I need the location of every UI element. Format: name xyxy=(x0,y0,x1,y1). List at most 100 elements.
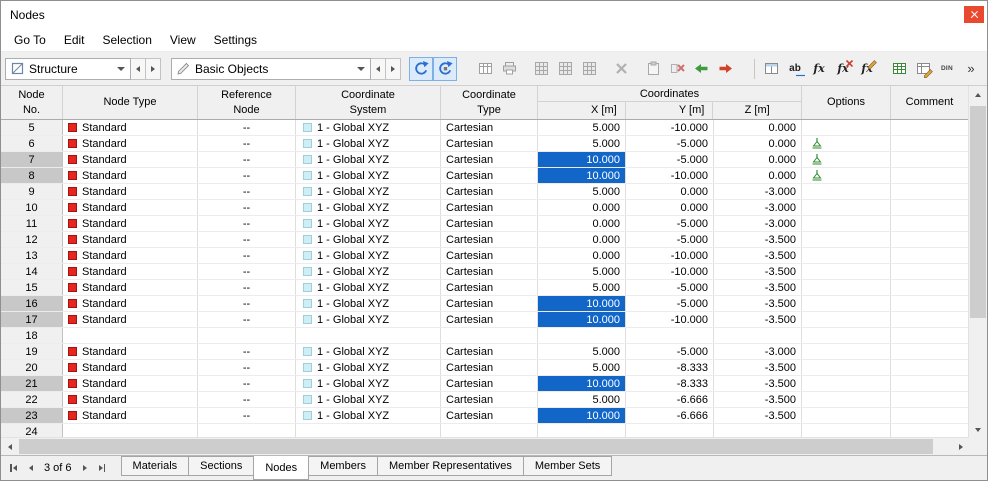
cell-z[interactable]: -3.000 xyxy=(714,344,802,359)
menu-go-to[interactable]: Go To xyxy=(5,31,55,49)
cell-coordinate-type[interactable]: Cartesian xyxy=(441,168,538,183)
cell-node-type[interactable]: Standard xyxy=(63,312,198,327)
cell-y[interactable] xyxy=(626,328,714,343)
import-rows-button[interactable] xyxy=(689,57,713,81)
cell-z[interactable] xyxy=(714,328,802,343)
row-header[interactable]: 11 xyxy=(1,216,63,231)
cell-x[interactable]: 10.000 xyxy=(538,376,626,391)
menu-settings[interactable]: Settings xyxy=(205,31,266,49)
cell-options[interactable] xyxy=(802,344,891,359)
header-options[interactable]: Options xyxy=(802,86,891,119)
toolbar-overflow-button[interactable]: » xyxy=(959,57,983,81)
cell-options[interactable] xyxy=(802,424,891,438)
cell-reference-node[interactable]: -- xyxy=(198,248,296,263)
cell-coordinate-system[interactable] xyxy=(296,328,441,343)
cell-node-type[interactable]: Standard xyxy=(63,200,198,215)
header-coordinates[interactable]: Coordinates xyxy=(538,86,801,102)
header-x[interactable]: X [m] xyxy=(538,102,626,119)
cell-options[interactable] xyxy=(802,232,891,247)
cell-options[interactable] xyxy=(802,408,891,423)
title-bar[interactable]: Nodes xyxy=(1,1,987,29)
cell-reference-node[interactable]: -- xyxy=(198,344,296,359)
cell-z[interactable]: -3.500 xyxy=(714,296,802,311)
cell-coordinate-type[interactable]: Cartesian xyxy=(441,248,538,263)
cell-reference-node[interactable]: -- xyxy=(198,264,296,279)
cell-comment[interactable] xyxy=(891,376,969,391)
cell-comment[interactable] xyxy=(891,200,969,215)
cell-options[interactable] xyxy=(802,328,891,343)
cell-options[interactable] xyxy=(802,248,891,263)
cell-coordinate-system[interactable]: 1 - Global XYZ xyxy=(296,312,441,327)
cell-x[interactable]: 5.000 xyxy=(538,392,626,407)
cell-x[interactable]: 0.000 xyxy=(538,232,626,247)
cell-z[interactable]: -3.000 xyxy=(714,200,802,215)
cell-comment[interactable] xyxy=(891,296,969,311)
cell-y[interactable]: -5.000 xyxy=(626,280,714,295)
cell-node-type[interactable]: Standard xyxy=(63,392,198,407)
cell-z[interactable]: -3.500 xyxy=(714,264,802,279)
cell-coordinate-system[interactable]: 1 - Global XYZ xyxy=(296,120,441,135)
row-header[interactable]: 5 xyxy=(1,120,63,135)
cell-x[interactable]: 5.000 xyxy=(538,264,626,279)
cell-comment[interactable] xyxy=(891,328,969,343)
cell-x[interactable] xyxy=(538,328,626,343)
table-tab[interactable]: Member Sets xyxy=(522,456,613,476)
cell-options[interactable] xyxy=(802,152,891,167)
cell-x[interactable]: 5.000 xyxy=(538,344,626,359)
cell-options[interactable] xyxy=(802,392,891,407)
cell-y[interactable]: -6.666 xyxy=(626,408,714,423)
din-standards-button[interactable]: DIN xyxy=(935,57,959,81)
cell-reference-node[interactable]: -- xyxy=(198,184,296,199)
cell-z[interactable] xyxy=(714,424,802,438)
cell-coordinate-type[interactable]: Cartesian xyxy=(441,216,538,231)
cell-coordinate-system[interactable]: 1 - Global XYZ xyxy=(296,392,441,407)
sync-view-button[interactable] xyxy=(433,56,457,81)
cell-node-type[interactable] xyxy=(63,328,198,343)
cell-coordinate-type[interactable]: Cartesian xyxy=(441,264,538,279)
cell-y[interactable]: -5.000 xyxy=(626,136,714,151)
cell-x[interactable]: 0.000 xyxy=(538,248,626,263)
basic-objects-select[interactable]: Basic Objects xyxy=(171,57,371,80)
cell-x[interactable]: 5.000 xyxy=(538,136,626,151)
cell-reference-node[interactable]: -- xyxy=(198,232,296,247)
cell-node-type[interactable]: Standard xyxy=(63,376,198,391)
cell-reference-node[interactable] xyxy=(198,328,296,343)
cell-coordinate-system[interactable]: 1 - Global XYZ xyxy=(296,184,441,199)
cell-comment[interactable] xyxy=(891,344,969,359)
cell-options[interactable] xyxy=(802,216,891,231)
row-header[interactable]: 14 xyxy=(1,264,63,279)
row-header[interactable]: 7 xyxy=(1,152,63,167)
row-header[interactable]: 8 xyxy=(1,168,63,183)
table-tab[interactable]: Materials xyxy=(120,456,190,476)
cell-reference-node[interactable]: -- xyxy=(198,168,296,183)
horizontal-scrollbar[interactable] xyxy=(1,437,969,455)
cell-z[interactable]: -3.500 xyxy=(714,232,802,247)
last-table-button[interactable] xyxy=(94,459,111,477)
next-table-button[interactable] xyxy=(77,459,94,477)
cell-z[interactable]: -3.500 xyxy=(714,408,802,423)
cell-coordinate-type[interactable] xyxy=(441,328,538,343)
vertical-scroll-thumb[interactable] xyxy=(970,106,986,318)
cell-options[interactable] xyxy=(802,184,891,199)
cell-z[interactable]: -3.500 xyxy=(714,312,802,327)
cell-coordinate-system[interactable]: 1 - Global XYZ xyxy=(296,168,441,183)
cell-node-type[interactable]: Standard xyxy=(63,280,198,295)
cell-y[interactable]: -5.000 xyxy=(626,296,714,311)
cell-x[interactable]: 5.000 xyxy=(538,120,626,135)
cell-node-type[interactable]: Standard xyxy=(63,184,198,199)
cell-x[interactable]: 0.000 xyxy=(538,216,626,231)
row-header[interactable]: 24 xyxy=(1,424,63,438)
cell-z[interactable]: 0.000 xyxy=(714,152,802,167)
cell-options[interactable] xyxy=(802,168,891,183)
header-coordinate-system[interactable]: Coordinate System xyxy=(296,86,441,119)
formula-edit-button[interactable]: fx xyxy=(855,57,879,81)
cell-node-type[interactable]: Standard xyxy=(63,152,198,167)
formula-delete-button[interactable]: fx xyxy=(831,57,855,81)
cell-x[interactable]: 10.000 xyxy=(538,296,626,311)
menu-edit[interactable]: Edit xyxy=(55,31,94,49)
cell-reference-node[interactable]: -- xyxy=(198,152,296,167)
cell-y[interactable]: 0.000 xyxy=(626,184,714,199)
cell-z[interactable]: 0.000 xyxy=(714,168,802,183)
cell-coordinate-system[interactable]: 1 - Global XYZ xyxy=(296,152,441,167)
cell-coordinate-type[interactable]: Cartesian xyxy=(441,312,538,327)
